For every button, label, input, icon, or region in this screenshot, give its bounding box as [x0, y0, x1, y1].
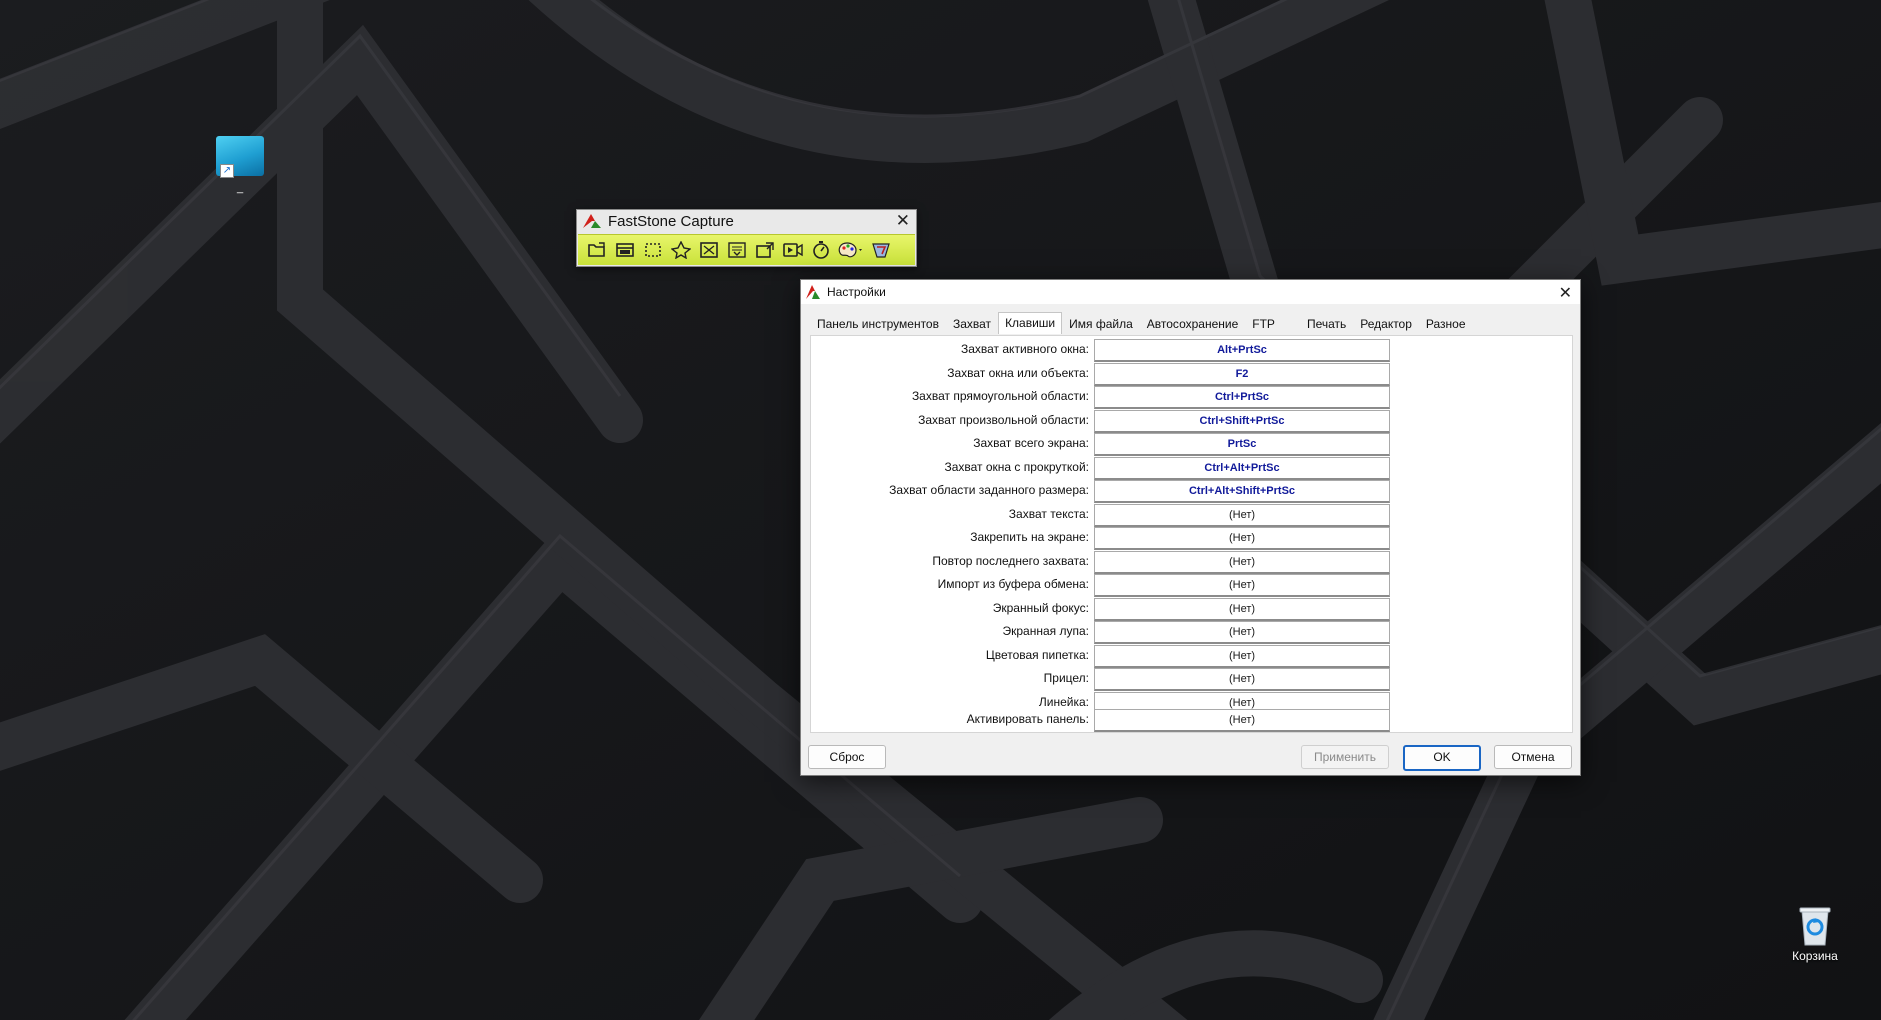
hotkey-label: Захват активного окна:: [960, 342, 1089, 356]
hotkey-field[interactable]: Alt+PrtSc: [1094, 339, 1390, 362]
hotkey-label: Экранный фокус:: [992, 600, 1089, 615]
hotkey-field[interactable]: Ctrl+Alt+Shift+PrtSc: [1094, 480, 1390, 503]
settings-icon[interactable]: [868, 238, 894, 262]
hotkey-field[interactable]: (Нет): [1094, 574, 1390, 597]
hotkey-label: Закрепить на экране:: [970, 530, 1089, 544]
close-icon[interactable]: ✕: [896, 211, 910, 231]
faststone-title: FastStone Capture: [608, 212, 734, 230]
recycle-bin[interactable]: Корзина: [1786, 903, 1844, 963]
hotkey-row: Захват прямоугольной области: Ctrl+PrtSc: [811, 386, 1395, 409]
faststone-logo-icon: [806, 285, 820, 299]
shortcut-arrow-icon: ↗: [220, 164, 234, 178]
recycle-bin-label: Корзина: [1792, 949, 1838, 963]
tab-print[interactable]: Печать: [1300, 314, 1353, 334]
hotkey-label: Активировать панель:: [966, 712, 1089, 726]
tab-capture[interactable]: Захват: [946, 314, 998, 334]
hotkey-label: Повтор последнего захвата:: [932, 553, 1089, 568]
hotkey-row: Захват области заданного размера: Ctrl+A…: [811, 480, 1395, 503]
hotkey-field[interactable]: Ctrl+Alt+PrtSc: [1094, 456, 1390, 480]
hotkey-label: Захват текста:: [1008, 506, 1089, 521]
faststone-toolbar-window: FastStone Capture ✕: [576, 209, 917, 267]
hotkey-field[interactable]: F2: [1094, 362, 1390, 386]
capture-scrolling-icon[interactable]: [724, 238, 750, 262]
hotkey-label: Прицел:: [1043, 671, 1089, 685]
apply-button[interactable]: Применить: [1301, 745, 1389, 769]
faststone-logo-icon: [583, 214, 601, 228]
hotkey-label: Захват прямоугольной области:: [911, 389, 1089, 403]
hotkey-label: Захват окна с прокруткой:: [944, 459, 1089, 474]
output-palette-icon[interactable]: [836, 238, 866, 262]
capture-rectangle-icon[interactable]: [640, 238, 666, 262]
settings-title: Настройки: [827, 285, 886, 299]
capture-window-icon[interactable]: [612, 238, 638, 262]
hotkey-field[interactable]: (Нет): [1094, 597, 1390, 621]
hotkey-row: Закрепить на экране: (Нет): [811, 527, 1395, 550]
hotkey-row: Экранная лупа: (Нет): [811, 621, 1395, 644]
hotkey-field[interactable]: (Нет): [1094, 668, 1390, 691]
hotkey-label: Экранная лупа:: [1002, 624, 1090, 638]
hotkey-row: Активировать панель: (Нет): [811, 709, 1395, 732]
hotkey-row: Прицел: (Нет): [811, 668, 1395, 691]
faststone-title-bar[interactable]: FastStone Capture ✕: [577, 210, 916, 232]
reset-button[interactable]: Сброс: [808, 745, 886, 769]
close-icon[interactable]: ✕: [1559, 283, 1572, 303]
cancel-button[interactable]: Отмена: [1494, 745, 1572, 769]
desktop-shortcut-label: _: [236, 182, 244, 194]
hotkey-field[interactable]: (Нет): [1094, 709, 1390, 732]
settings-tab-bar: Панель инструментов Захват Клавиши Имя ф…: [810, 312, 1473, 334]
hotkey-row: Экранный фокус: (Нет): [811, 597, 1395, 621]
hotkeys-panel: Захват активного окна: Alt+PrtSc Захват …: [810, 335, 1573, 733]
hotkey-row: Повтор последнего захвата: (Нет): [811, 550, 1395, 574]
ok-button[interactable]: OK: [1403, 745, 1481, 771]
shortcut-thumbnail-icon: ↗: [216, 136, 264, 178]
hotkey-label: Захват области заданного размера:: [889, 483, 1089, 497]
tab-autosave[interactable]: Автосохранение: [1140, 314, 1245, 334]
tab-ftp[interactable]: FTP: [1245, 314, 1300, 334]
hotkey-label: Импорт из буфера обмена:: [937, 577, 1089, 591]
tab-editor[interactable]: Редактор: [1353, 314, 1419, 334]
hotkey-field[interactable]: (Нет): [1094, 527, 1390, 550]
hotkey-label: Захват окна или объекта:: [947, 365, 1089, 380]
screen-recorder-icon[interactable]: [780, 238, 806, 262]
hotkey-field[interactable]: (Нет): [1094, 644, 1390, 668]
tab-toolbar[interactable]: Панель инструментов: [810, 314, 946, 334]
open-folder-icon[interactable]: [584, 238, 610, 262]
capture-freehand-icon[interactable]: [668, 238, 694, 262]
tab-hotkeys[interactable]: Клавиши: [998, 312, 1063, 334]
hotkey-row: Захват произвольной области: Ctrl+Shift+…: [811, 409, 1395, 433]
hotkey-label: Цветовая пипетка:: [985, 647, 1089, 662]
hotkey-field[interactable]: Ctrl+PrtSc: [1094, 386, 1390, 409]
hotkey-row: Импорт из буфера обмена: (Нет): [811, 574, 1395, 597]
tab-misc[interactable]: Разное: [1419, 314, 1473, 334]
hotkey-row: Захват окна с прокруткой: Ctrl+Alt+PrtSc: [811, 456, 1395, 480]
hotkey-row: Захват всего экрана: PrtSc: [811, 433, 1395, 456]
hotkey-field[interactable]: Ctrl+Shift+PrtSc: [1094, 409, 1390, 433]
recycle-bin-icon: [1798, 903, 1832, 947]
hotkey-label: Захват всего экрана:: [973, 436, 1089, 450]
delay-timer-icon[interactable]: [808, 238, 834, 262]
settings-dialog: Настройки ✕ Панель инструментов Захват К…: [800, 279, 1581, 776]
faststone-tool-row: [578, 234, 915, 265]
hotkey-field[interactable]: (Нет): [1094, 503, 1390, 527]
hotkey-label: Захват произвольной области:: [918, 412, 1089, 427]
capture-fullscreen-icon[interactable]: [696, 238, 722, 262]
hotkey-row: Захват активного окна: Alt+PrtSc: [811, 339, 1395, 362]
tab-filename[interactable]: Имя файла: [1062, 314, 1140, 334]
hotkey-field[interactable]: PrtSc: [1094, 433, 1390, 456]
hotkey-row: Захват текста: (Нет): [811, 503, 1395, 527]
hotkey-row: Цветовая пипетка: (Нет): [811, 644, 1395, 668]
hotkey-label: Линейка:: [1038, 694, 1089, 709]
desktop-shortcut[interactable]: ↗ _: [210, 136, 270, 194]
hotkey-field[interactable]: (Нет): [1094, 621, 1390, 644]
hotkey-row: Захват окна или объекта: F2: [811, 362, 1395, 386]
settings-title-bar[interactable]: Настройки ✕: [801, 280, 1580, 304]
capture-fixed-region-icon[interactable]: [752, 238, 778, 262]
hotkey-field[interactable]: (Нет): [1094, 550, 1390, 574]
